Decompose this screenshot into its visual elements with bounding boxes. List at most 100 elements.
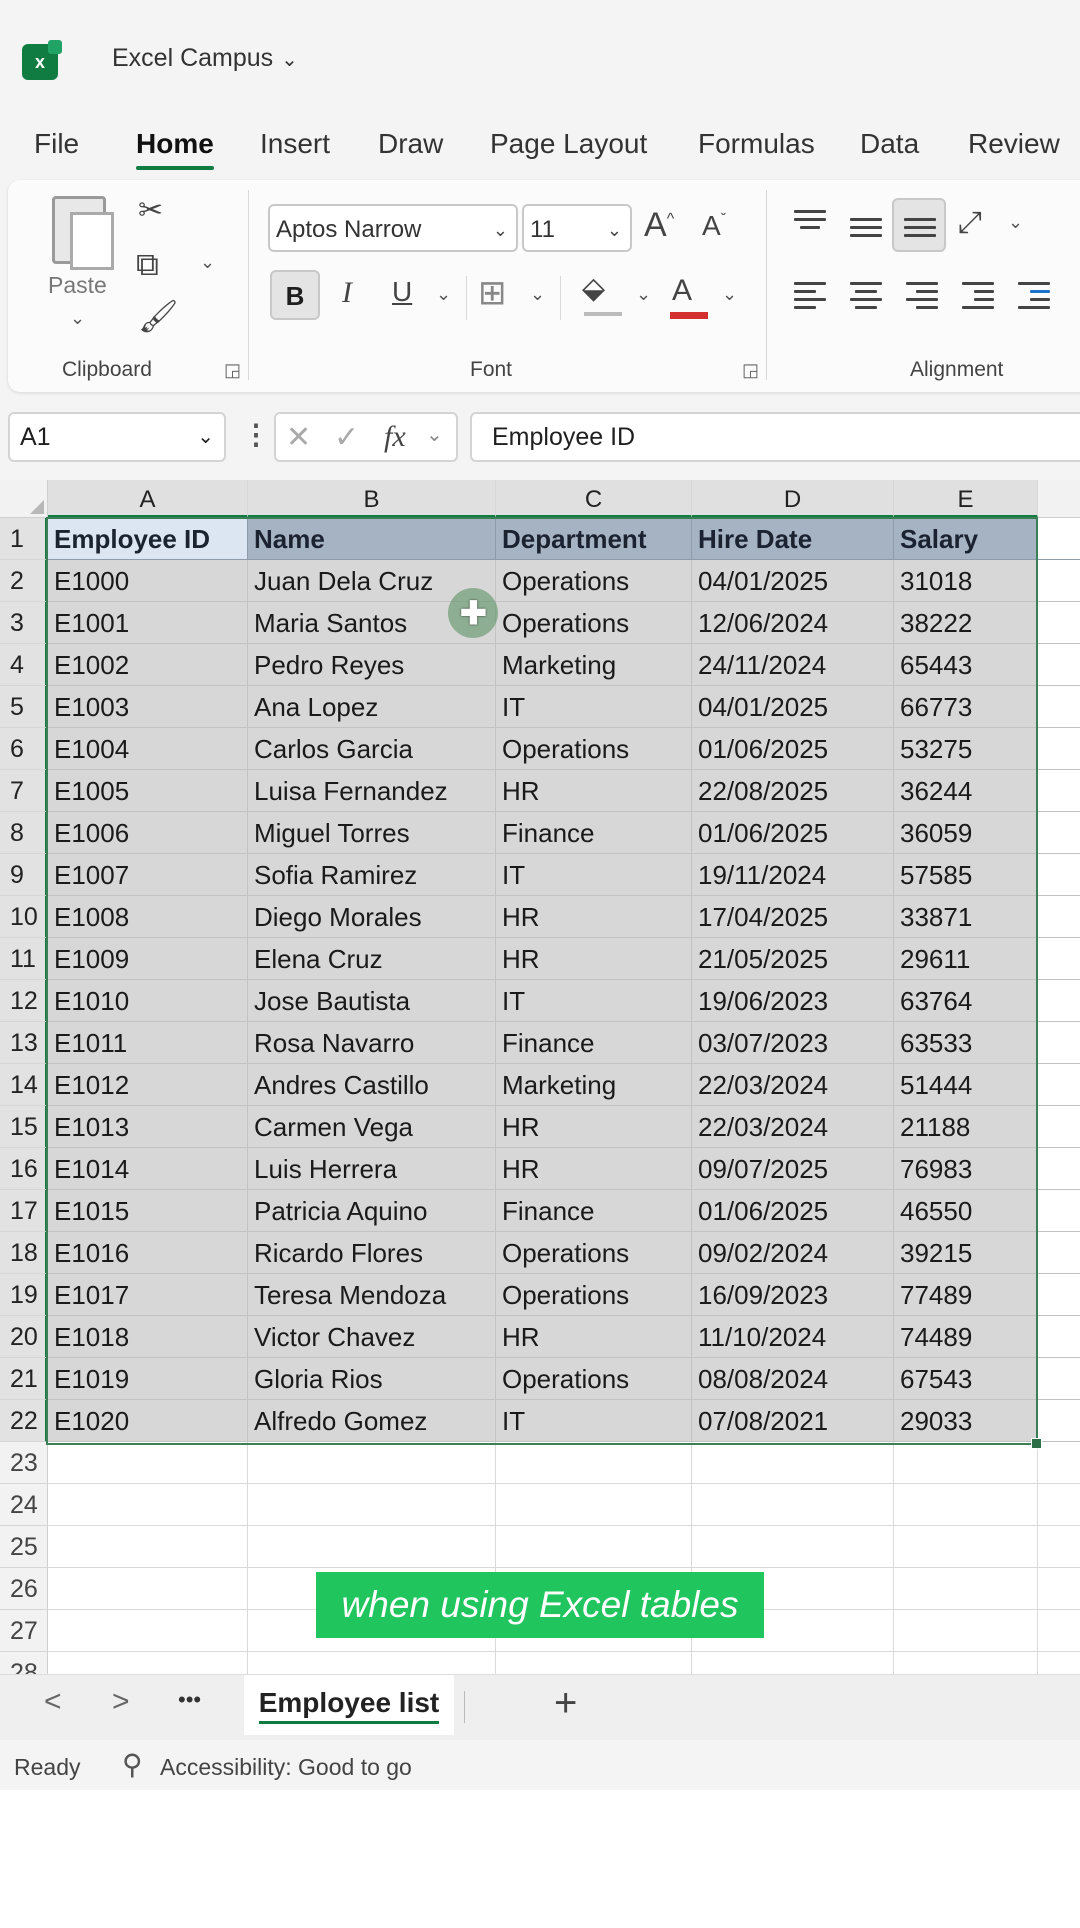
- next-sheet-button[interactable]: >: [112, 1685, 130, 1719]
- cell-b23[interactable]: [248, 1442, 496, 1484]
- row-header[interactable]: 25: [0, 1526, 48, 1568]
- cell-a24[interactable]: [48, 1484, 248, 1526]
- font-name-select[interactable]: Aptos Narrow ⌄: [268, 204, 518, 252]
- cell-a12[interactable]: E1010: [48, 980, 248, 1022]
- cell-f4[interactable]: [1038, 644, 1080, 686]
- cell-f9[interactable]: [1038, 854, 1080, 896]
- cell-c4[interactable]: Marketing: [496, 644, 692, 686]
- cell-b9[interactable]: Sofia Ramirez: [248, 854, 496, 896]
- cell-c11[interactable]: HR: [496, 938, 692, 980]
- cell-c2[interactable]: Operations: [496, 560, 692, 602]
- cell-c13[interactable]: Finance: [496, 1022, 692, 1064]
- cell-c17[interactable]: Finance: [496, 1190, 692, 1232]
- align-right-icon[interactable]: [906, 282, 938, 314]
- row-header[interactable]: 21: [0, 1358, 48, 1400]
- cell-a14[interactable]: E1012: [48, 1064, 248, 1106]
- cell-b1[interactable]: Name: [248, 518, 496, 560]
- row-header[interactable]: 12: [0, 980, 48, 1022]
- cell-d6[interactable]: 01/06/2025: [692, 728, 894, 770]
- format-painter-icon[interactable]: 🖌: [138, 300, 179, 332]
- cell-b7[interactable]: Luisa Fernandez: [248, 770, 496, 812]
- cell-f2[interactable]: [1038, 560, 1080, 602]
- cell-e18[interactable]: 39215: [894, 1232, 1038, 1274]
- cell-c7[interactable]: HR: [496, 770, 692, 812]
- cell-c15[interactable]: HR: [496, 1106, 692, 1148]
- cell-d20[interactable]: 11/10/2024: [692, 1316, 894, 1358]
- column-header-a[interactable]: A: [48, 480, 248, 518]
- cell-c24[interactable]: [496, 1484, 692, 1526]
- cell-d25[interactable]: [692, 1526, 894, 1568]
- cell-c5[interactable]: IT: [496, 686, 692, 728]
- accessibility-status[interactable]: Accessibility: Good to go: [160, 1754, 412, 1781]
- cell-c3[interactable]: Operations: [496, 602, 692, 644]
- cell-d18[interactable]: 09/02/2024: [692, 1232, 894, 1274]
- row-header[interactable]: 28: [0, 1652, 48, 1674]
- cell-a6[interactable]: E1004: [48, 728, 248, 770]
- sheet-tab-employee-list[interactable]: Employee list: [244, 1675, 454, 1735]
- cell-a10[interactable]: E1008: [48, 896, 248, 938]
- cell-e7[interactable]: 36244: [894, 770, 1038, 812]
- cell-c10[interactable]: HR: [496, 896, 692, 938]
- cell-a7[interactable]: E1005: [48, 770, 248, 812]
- cut-icon[interactable]: ✂: [138, 196, 163, 226]
- row-header[interactable]: 14: [0, 1064, 48, 1106]
- cell-e5[interactable]: 66773: [894, 686, 1038, 728]
- cell-a21[interactable]: E1019: [48, 1358, 248, 1400]
- cell-d10[interactable]: 17/04/2025: [692, 896, 894, 938]
- cell-d16[interactable]: 09/07/2025: [692, 1148, 894, 1190]
- cell-d9[interactable]: 19/11/2024: [692, 854, 894, 896]
- font-color-icon[interactable]: A: [672, 276, 692, 306]
- row-header[interactable]: 24: [0, 1484, 48, 1526]
- cell-c16[interactable]: HR: [496, 1148, 692, 1190]
- cell-f6[interactable]: [1038, 728, 1080, 770]
- row-header[interactable]: 5: [0, 686, 48, 728]
- cell-e12[interactable]: 63764: [894, 980, 1038, 1022]
- cell-e24[interactable]: [894, 1484, 1038, 1526]
- cell-a23[interactable]: [48, 1442, 248, 1484]
- tab-page-layout[interactable]: Page Layout: [490, 128, 647, 160]
- cell-f11[interactable]: [1038, 938, 1080, 980]
- cell-c25[interactable]: [496, 1526, 692, 1568]
- cell-a18[interactable]: E1016: [48, 1232, 248, 1274]
- cell-d24[interactable]: [692, 1484, 894, 1526]
- cell-f23[interactable]: [1038, 1442, 1080, 1484]
- cell-a20[interactable]: E1018: [48, 1316, 248, 1358]
- cell-c1[interactable]: Department: [496, 518, 692, 560]
- cell-a9[interactable]: E1007: [48, 854, 248, 896]
- cell-f24[interactable]: [1038, 1484, 1080, 1526]
- cell-d23[interactable]: [692, 1442, 894, 1484]
- middle-align-icon[interactable]: [850, 218, 882, 242]
- cancel-icon[interactable]: ✕: [286, 420, 311, 455]
- cell-a3[interactable]: E1001: [48, 602, 248, 644]
- cell-e25[interactable]: [894, 1526, 1038, 1568]
- cell-c20[interactable]: HR: [496, 1316, 692, 1358]
- cell-e19[interactable]: 77489: [894, 1274, 1038, 1316]
- chevron-down-icon[interactable]: ⌄: [426, 422, 443, 447]
- cell-e20[interactable]: 74489: [894, 1316, 1038, 1358]
- cell-a4[interactable]: E1002: [48, 644, 248, 686]
- align-left-icon[interactable]: [794, 282, 826, 314]
- cell-d7[interactable]: 22/08/2025: [692, 770, 894, 812]
- cell-a11[interactable]: E1009: [48, 938, 248, 980]
- cell-f19[interactable]: [1038, 1274, 1080, 1316]
- cell-f20[interactable]: [1038, 1316, 1080, 1358]
- cell-e9[interactable]: 57585: [894, 854, 1038, 896]
- row-header[interactable]: 19: [0, 1274, 48, 1316]
- cell-f10[interactable]: [1038, 896, 1080, 938]
- increase-indent-icon[interactable]: [1018, 282, 1050, 314]
- top-align-icon[interactable]: [794, 210, 826, 234]
- cell-f27[interactable]: [1038, 1610, 1080, 1652]
- font-color-chevron-icon[interactable]: ⌄: [722, 284, 737, 305]
- cell-f7[interactable]: [1038, 770, 1080, 812]
- cell-f18[interactable]: [1038, 1232, 1080, 1274]
- cell-c18[interactable]: Operations: [496, 1232, 692, 1274]
- cell-f22[interactable]: [1038, 1400, 1080, 1442]
- column-header-f[interactable]: [1038, 480, 1080, 518]
- cell-d14[interactable]: 22/03/2024: [692, 1064, 894, 1106]
- cell-a28[interactable]: [48, 1652, 248, 1674]
- cell-c19[interactable]: Operations: [496, 1274, 692, 1316]
- tab-formulas[interactable]: Formulas: [698, 128, 815, 160]
- cell-c6[interactable]: Operations: [496, 728, 692, 770]
- orientation-icon[interactable]: ⤢: [958, 208, 982, 238]
- font-size-select[interactable]: 11 ⌄: [522, 204, 632, 252]
